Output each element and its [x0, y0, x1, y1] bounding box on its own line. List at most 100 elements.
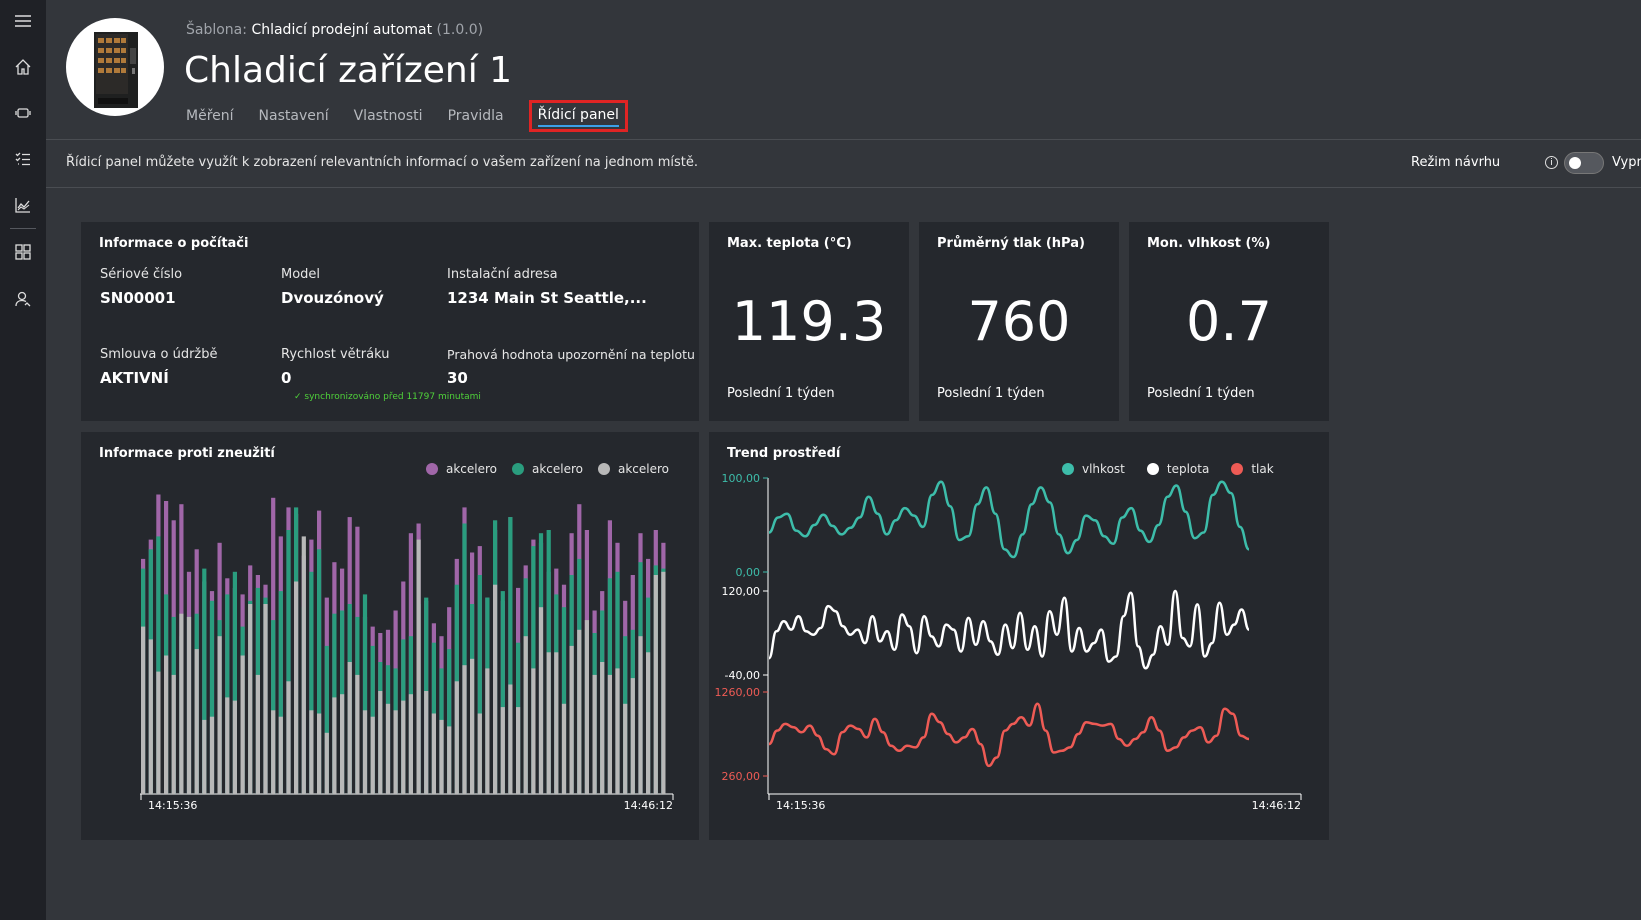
bar[interactable]	[393, 710, 398, 794]
bar[interactable]	[225, 697, 230, 794]
toggle-state-label: Vypnout	[1612, 155, 1641, 170]
bar[interactable]	[286, 681, 291, 794]
tab-properties[interactable]: Vlastnosti	[354, 106, 423, 132]
design-mode-toggle[interactable]	[1564, 152, 1604, 174]
bar[interactable]	[355, 674, 360, 794]
bar[interactable]	[156, 671, 161, 794]
bar[interactable]	[141, 626, 146, 794]
bar[interactable]	[454, 681, 459, 794]
bar[interactable]	[232, 700, 237, 794]
bar[interactable]	[248, 604, 253, 794]
bar[interactable]	[615, 668, 620, 794]
tab-measurements[interactable]: Měření	[186, 106, 234, 132]
bar[interactable]	[401, 700, 406, 794]
tab-dashboard[interactable]: Řídicí panel	[528, 100, 628, 132]
bar[interactable]	[623, 703, 628, 794]
serial-value: SN00001	[100, 289, 176, 307]
bar[interactable]	[653, 575, 658, 794]
model-value: Dvouzónový	[281, 289, 384, 307]
bar[interactable]	[255, 674, 260, 794]
bar[interactable]	[278, 716, 283, 794]
user-icon[interactable]	[10, 286, 36, 312]
bar[interactable]	[447, 726, 452, 794]
series-line-tlak[interactable]	[768, 702, 1250, 768]
kpi-period: Poslední 1 týden	[1147, 386, 1255, 401]
template-name[interactable]: Chladicí prodejní automat	[251, 22, 432, 38]
bar[interactable]	[554, 652, 559, 794]
bar[interactable]	[385, 703, 391, 794]
bar[interactable]	[347, 662, 352, 794]
bar[interactable]	[378, 691, 383, 794]
bar[interactable]	[646, 652, 651, 794]
bar[interactable]	[294, 581, 299, 795]
tab-settings[interactable]: Nastavení	[259, 106, 329, 132]
bar[interactable]	[416, 539, 421, 794]
bar[interactable]	[340, 694, 345, 794]
info-icon[interactable]: i	[1545, 156, 1558, 169]
bar[interactable]	[240, 655, 245, 795]
bar[interactable]	[577, 629, 582, 794]
bar[interactable]	[171, 674, 176, 794]
bar[interactable]	[538, 607, 544, 794]
home-icon[interactable]	[10, 54, 36, 80]
bar[interactable]	[424, 691, 429, 794]
bar[interactable]	[439, 719, 444, 794]
bar[interactable]	[317, 713, 322, 795]
bar[interactable]	[179, 613, 184, 794]
bar[interactable]	[309, 710, 314, 794]
bar[interactable]	[164, 655, 169, 795]
bar[interactable]	[493, 584, 498, 794]
dashboard-description: Řídicí panel můžete využít k zobrazení r…	[66, 155, 699, 170]
device-icon[interactable]	[10, 100, 36, 126]
bar[interactable]	[194, 649, 199, 794]
bar[interactable]	[431, 713, 436, 795]
fan-speed-label: Rychlost větráku	[281, 347, 390, 362]
bar[interactable]	[569, 645, 574, 794]
bar[interactable]	[516, 707, 521, 794]
bar[interactable]	[186, 616, 192, 794]
bar[interactable]	[477, 713, 482, 795]
tab-rules[interactable]: Pravidla	[448, 106, 504, 132]
bar[interactable]	[546, 652, 551, 794]
bar[interactable]	[523, 636, 528, 794]
bar[interactable]	[470, 658, 475, 794]
bar[interactable]	[332, 697, 337, 794]
threshold-value: 30	[447, 369, 468, 387]
rules-icon[interactable]	[10, 146, 36, 172]
bar[interactable]	[600, 662, 605, 794]
bar[interactable]	[638, 636, 643, 794]
bar[interactable]	[263, 604, 268, 794]
bar[interactable]	[500, 707, 505, 794]
bar[interactable]	[209, 716, 215, 794]
tamper-chart-card: Informace proti zneužití akcelerom akcel…	[81, 432, 699, 840]
bar[interactable]	[661, 571, 666, 794]
bar[interactable]	[324, 732, 329, 794]
bar[interactable]	[362, 710, 368, 794]
bar[interactable]	[148, 639, 153, 794]
bar[interactable]	[217, 636, 222, 794]
bar[interactable]	[531, 668, 536, 794]
bar[interactable]	[462, 665, 467, 794]
bar[interactable]	[271, 710, 276, 794]
series-line-teplota[interactable]	[767, 589, 1250, 670]
bar[interactable]	[202, 719, 207, 794]
template-version: (1.0.0)	[436, 22, 484, 38]
bar[interactable]	[370, 716, 375, 794]
bar[interactable]	[592, 674, 597, 794]
bar[interactable]	[485, 668, 490, 794]
page-title: Chladicí zařízení 1	[184, 50, 513, 91]
dashboard-icon[interactable]	[10, 239, 36, 265]
analytics-icon[interactable]	[10, 192, 36, 218]
series-line-vlhkost[interactable]	[768, 480, 1250, 559]
trend-chart-card: Trend prostředí vlhkost teplota tlak 100…	[709, 432, 1329, 840]
bar[interactable]	[408, 694, 413, 794]
bar[interactable]	[630, 678, 635, 794]
bar[interactable]	[561, 703, 567, 794]
menu-icon[interactable]	[10, 8, 36, 34]
bar[interactable]	[508, 684, 513, 795]
bar[interactable]	[607, 674, 612, 794]
bar[interactable]	[584, 620, 589, 794]
kpi-card-max-temperature: Max. teplota (°C) 119.3 Poslední 1 týden	[709, 222, 909, 421]
bar[interactable]	[301, 536, 306, 794]
y-tick-label: 1260,00	[715, 686, 761, 699]
